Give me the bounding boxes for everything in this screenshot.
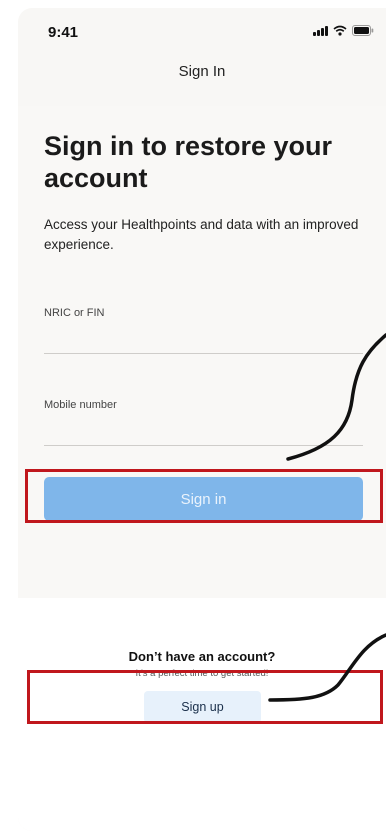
signin-pointer-line [286, 333, 386, 461]
signup-pointer-line [268, 633, 386, 702]
annotation-arrows [268, 333, 386, 702]
